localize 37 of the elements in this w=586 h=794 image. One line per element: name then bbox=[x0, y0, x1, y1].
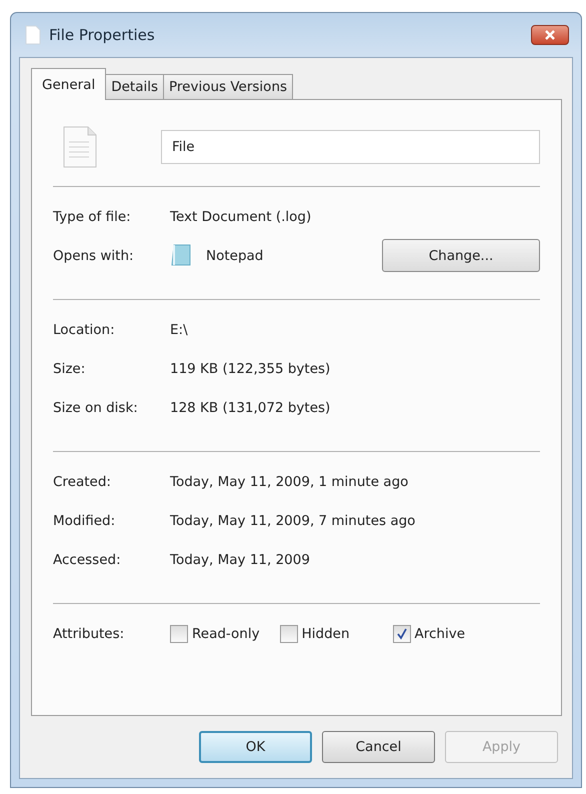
checkbox[interactable] bbox=[280, 625, 298, 643]
property-label: Attributes: bbox=[53, 626, 126, 642]
tab[interactable]: Previous Versions bbox=[163, 74, 294, 99]
property-value: 119 KB (122,355 bytes) bbox=[170, 360, 330, 376]
property-label: Size on disk: bbox=[53, 400, 139, 416]
property-label: Location: bbox=[53, 322, 116, 338]
checkbox[interactable] bbox=[392, 625, 411, 643]
property-value: Today, May 11, 2009, 1 minute ago bbox=[170, 474, 408, 490]
property-value: Notepad bbox=[206, 248, 264, 264]
file-name-field[interactable]: File bbox=[161, 130, 540, 164]
check-icon bbox=[396, 628, 408, 640]
property-value: 128 KB (131,072 bytes) bbox=[170, 400, 330, 416]
property-value: Today, May 11, 2009 bbox=[170, 552, 310, 568]
text-file-icon bbox=[63, 126, 97, 168]
property-value: Text Document (.log) bbox=[170, 208, 312, 224]
checkbox-label: Hidden bbox=[302, 626, 350, 642]
property-label: Size: bbox=[53, 360, 86, 376]
property-label: Modified: bbox=[53, 512, 116, 528]
property-label: Type of file: bbox=[53, 208, 132, 224]
property-value: Today, May 11, 2009, 7 minutes ago bbox=[170, 512, 416, 528]
checkbox[interactable] bbox=[170, 625, 188, 643]
close-icon bbox=[544, 29, 556, 41]
checkbox-label: Read-only bbox=[192, 626, 260, 642]
property-label: Created: bbox=[53, 474, 112, 490]
tab[interactable]: General bbox=[31, 68, 106, 100]
window-title: File Properties bbox=[49, 26, 156, 44]
dialog-button[interactable]: OK bbox=[199, 731, 312, 763]
dialog-button[interactable]: Cancel bbox=[322, 731, 435, 763]
close-button[interactable] bbox=[531, 25, 569, 45]
property-value: E:\ bbox=[170, 322, 188, 338]
notepad-icon bbox=[170, 244, 192, 268]
checkbox-label: Archive bbox=[414, 626, 466, 642]
property-label: Accessed: bbox=[53, 552, 122, 568]
document-icon bbox=[25, 25, 41, 45]
tab[interactable]: Details bbox=[105, 74, 164, 99]
property-label: Opens with: bbox=[53, 248, 135, 264]
change-button[interactable]: Change... bbox=[382, 239, 540, 272]
